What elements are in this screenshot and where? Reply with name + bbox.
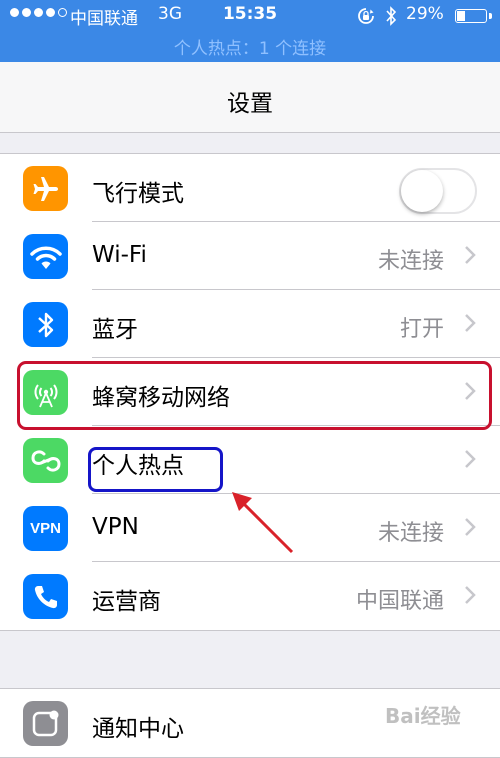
annotation-arrow-icon (232, 492, 294, 554)
watermark: Bai经验 (385, 704, 461, 728)
